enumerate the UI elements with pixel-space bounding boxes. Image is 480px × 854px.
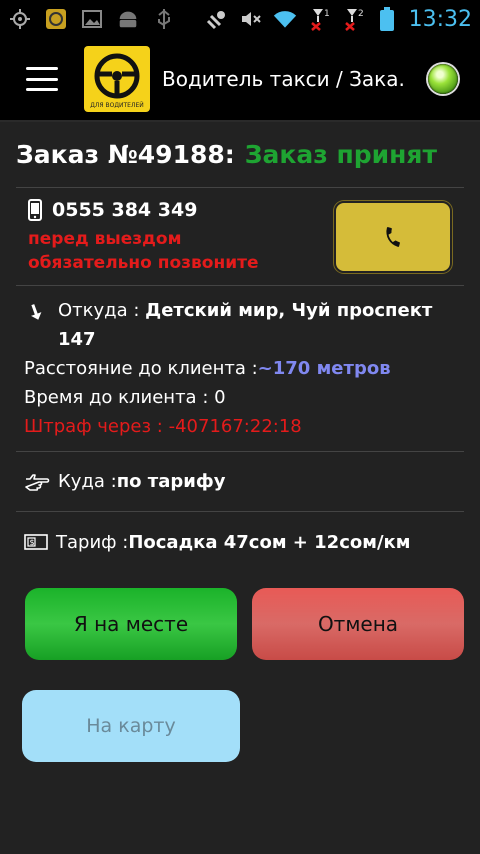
time-to-client: Время до клиента : 0 bbox=[24, 387, 226, 408]
wifi-icon bbox=[273, 7, 297, 31]
arrived-button[interactable]: Я на месте bbox=[25, 588, 237, 660]
distance-value: ~170 метров bbox=[257, 358, 391, 379]
gps-icon bbox=[8, 7, 32, 31]
sim1-label: 1 bbox=[324, 9, 330, 19]
phone-handset-icon bbox=[386, 226, 400, 247]
mute-icon bbox=[239, 7, 263, 31]
contact-section: 0555 384 349 перед выездом обязательно п… bbox=[16, 188, 464, 286]
status-bar: 1 2 13:32 bbox=[0, 0, 480, 38]
fine-timer: Штраф через : -407167:22:18 bbox=[24, 416, 302, 437]
pointing-hand-icon bbox=[25, 473, 50, 491]
tariff-value: Посадка 47сом + 12сом/км bbox=[128, 531, 411, 553]
order-details: Заказ №49188: Заказ принят 0555 384 349 … bbox=[0, 122, 480, 854]
destination-label: Куда : bbox=[58, 471, 117, 492]
from-address-line2: 147 bbox=[58, 329, 96, 350]
money-bill-icon: $ bbox=[24, 534, 48, 550]
usb-icon bbox=[152, 7, 176, 31]
clock: 13:32 bbox=[408, 6, 472, 32]
sim2-signal-icon: 2 bbox=[341, 7, 365, 31]
distance-label: Расстояние до клиента : bbox=[24, 358, 258, 379]
pickup-section: Откуда : Детский мир, Чуй проспект 147 Р… bbox=[16, 286, 464, 452]
destination-value: по тарифу bbox=[116, 471, 226, 492]
satellite-icon bbox=[205, 7, 229, 31]
map-button[interactable]: На карту bbox=[22, 690, 240, 762]
menu-button[interactable] bbox=[26, 67, 58, 91]
order-status: Заказ принят bbox=[244, 140, 437, 169]
sim2-label: 2 bbox=[358, 9, 364, 19]
action-buttons: Я на месте Отмена bbox=[16, 588, 464, 660]
destination-section: Куда : по тарифу bbox=[16, 452, 464, 512]
arrow-down-icon bbox=[28, 296, 50, 330]
tariff-section: $ Тариф : Посадка 47сом + 12сом/км bbox=[16, 512, 464, 572]
page-title: Водитель такси / Зака... bbox=[162, 67, 407, 91]
cancel-button[interactable]: Отмена bbox=[252, 588, 464, 660]
order-number: Заказ №49188: bbox=[16, 140, 235, 169]
client-phone: 0555 384 349 bbox=[52, 198, 198, 221]
android-icon bbox=[116, 7, 140, 31]
mobile-phone-icon bbox=[28, 198, 42, 221]
image-icon bbox=[80, 7, 104, 31]
logo-caption: ДЛЯ ВОДИТЕЛЕЙ bbox=[90, 102, 144, 109]
app-notification-icon bbox=[44, 7, 68, 31]
hamburger-icon bbox=[26, 67, 58, 70]
online-status-indicator[interactable] bbox=[428, 64, 458, 94]
tariff-label: Тариф : bbox=[56, 531, 129, 553]
from-label: Откуда : bbox=[58, 300, 146, 321]
action-bar: ДЛЯ ВОДИТЕЛЕЙ Водитель такси / Зака... bbox=[0, 38, 480, 122]
from-address: Детский мир, Чуй проспект bbox=[145, 300, 433, 321]
distance-row: Расстояние до клиента :~170 метров bbox=[24, 354, 464, 383]
call-button[interactable] bbox=[334, 200, 452, 273]
call-warning-line2: обязательно позвоните bbox=[28, 252, 259, 273]
battery-icon bbox=[375, 7, 399, 31]
svg-text:$: $ bbox=[30, 538, 35, 547]
order-header: Заказ №49188: Заказ принят bbox=[16, 122, 464, 188]
call-warning-line1: перед выездом bbox=[28, 228, 182, 249]
app-logo: ДЛЯ ВОДИТЕЛЕЙ bbox=[84, 46, 150, 112]
sim1-signal-icon: 1 bbox=[307, 7, 331, 31]
